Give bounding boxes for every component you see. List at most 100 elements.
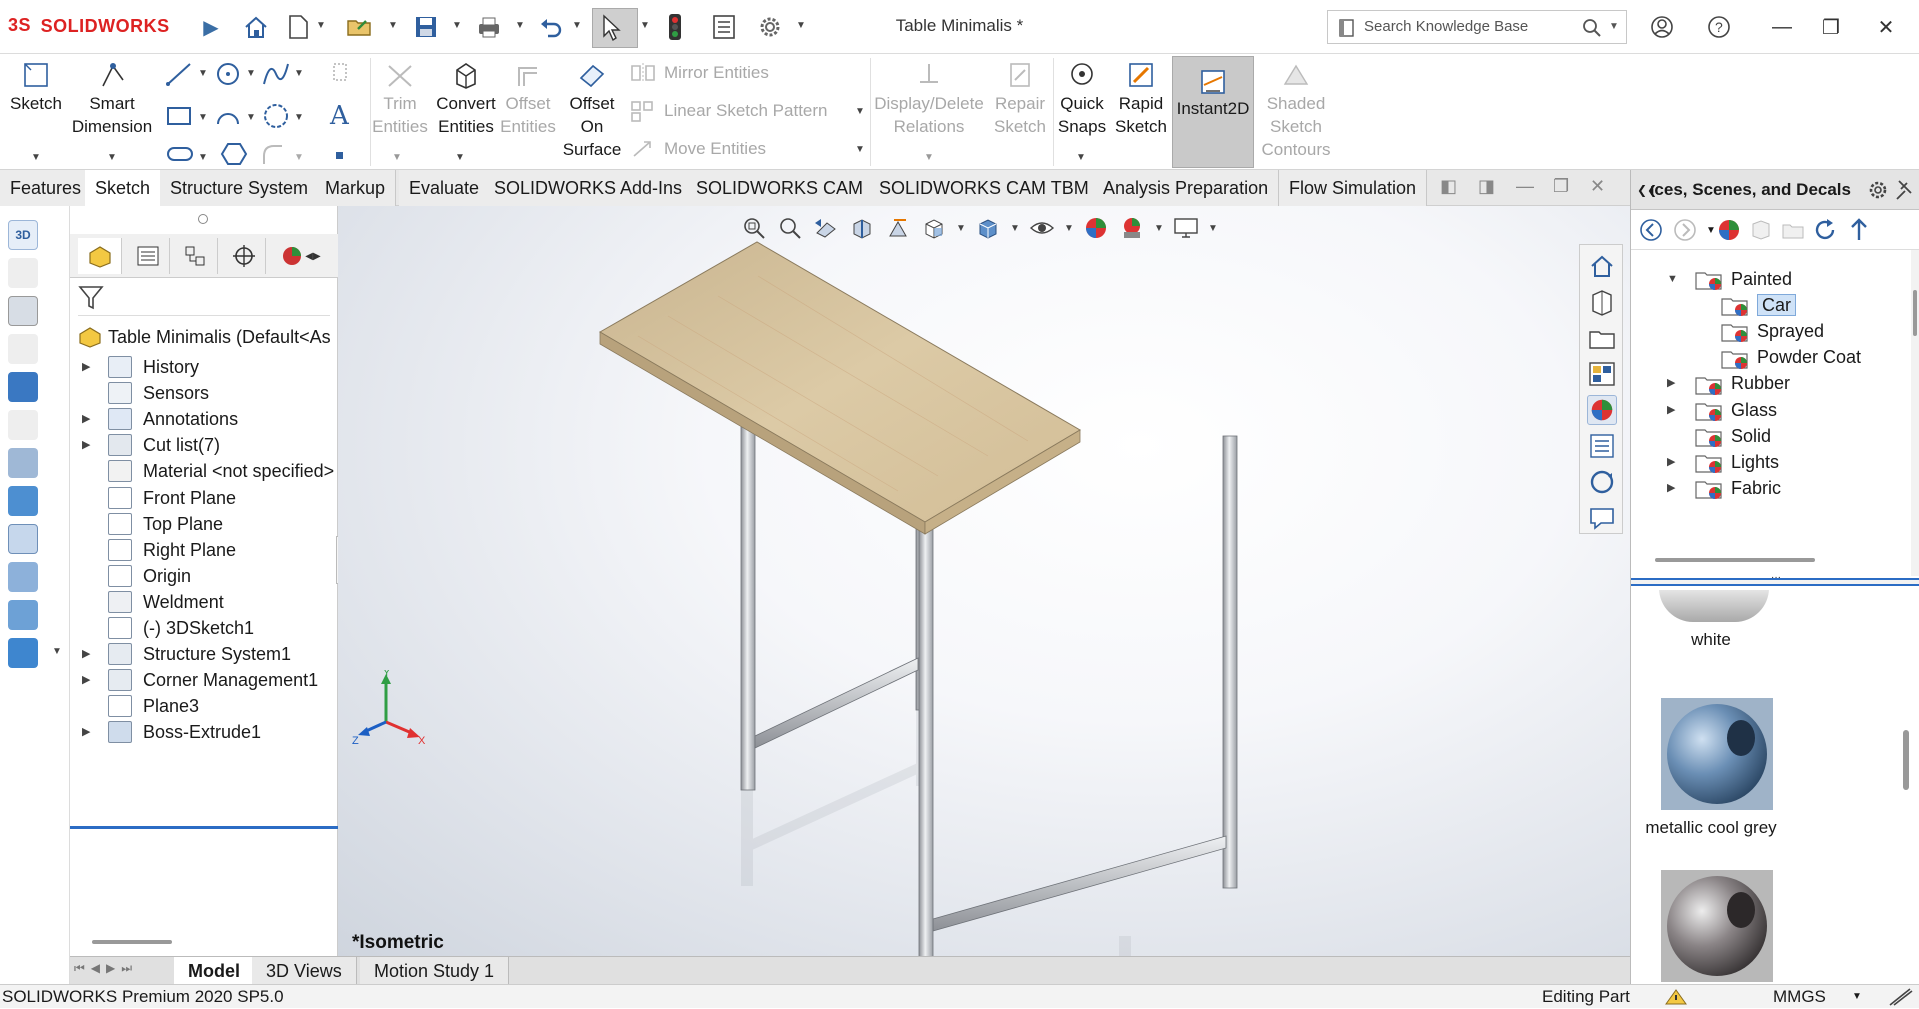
display-delete-relations-button[interactable]: Display/Delete Relations <box>872 60 986 138</box>
extruded-boss-icon[interactable] <box>8 296 38 326</box>
convert-caret-icon[interactable]: ▼ <box>455 152 465 163</box>
save-icon[interactable] <box>411 12 441 42</box>
tab-features[interactable]: Features <box>0 170 93 206</box>
sketch-tool-icon[interactable] <box>8 258 38 288</box>
undo-caret-icon[interactable]: ▼ <box>572 20 582 31</box>
tree-vertical-scrollbar[interactable] <box>1911 250 1919 576</box>
trim-entities-button[interactable]: Trim Entities <box>372 60 428 138</box>
tab-navigation-arrows-icon[interactable]: ⏮◀▶⏭ <box>74 961 138 976</box>
back-arrow-icon[interactable] <box>1637 216 1665 244</box>
tab-3d-views[interactable]: 3D Views <box>252 957 357 985</box>
swatch-label-white[interactable]: white <box>1631 630 1791 650</box>
tab-solidworks-add-ins[interactable]: SOLIDWORKS Add-Ins <box>484 170 694 206</box>
tab-feature-tree[interactable] <box>78 238 122 274</box>
more-tools-caret-icon[interactable]: ▼ <box>52 646 62 657</box>
weld-bead-icon[interactable] <box>8 524 38 554</box>
tab-display-manager[interactable]: ◀ ▶ <box>268 238 334 274</box>
new-caret-icon[interactable]: ▼ <box>316 20 326 31</box>
trim-extend-icon[interactable] <box>8 410 38 440</box>
construction-geometry-icon[interactable] <box>333 63 347 81</box>
file-properties-icon[interactable] <box>709 12 739 42</box>
3dexperience-chat-icon[interactable] <box>1587 503 1617 533</box>
up-level-icon[interactable] <box>1845 216 1873 244</box>
text-tool-icon[interactable]: A <box>329 101 350 131</box>
tab-structure-system[interactable]: Structure System <box>160 170 320 206</box>
rebuild-status-icon[interactable] <box>1662 986 1692 1008</box>
sketch-button[interactable]: Sketch <box>6 60 66 115</box>
panel-grip-icon[interactable] <box>198 214 208 224</box>
table-3d-model[interactable] <box>338 206 1630 956</box>
rebuild-traffic-light-icon[interactable] <box>660 12 690 42</box>
restore-window-icon[interactable]: ❐ <box>1811 10 1851 44</box>
tab-evaluate[interactable]: Evaluate <box>399 170 491 206</box>
spline-tool-icon[interactable] <box>263 63 289 85</box>
search-box[interactable]: ▼ <box>1327 10 1627 44</box>
expand-arrow-icon[interactable]: ▶ <box>82 717 90 747</box>
expand-menu-icon[interactable]: ▶ <box>196 12 226 42</box>
cut-list-icon[interactable] <box>8 562 38 592</box>
rollback-bar[interactable] <box>70 826 338 829</box>
tab-motion-study-1[interactable]: Motion Study 1 <box>360 957 510 985</box>
forward-arrow-icon[interactable] <box>1671 216 1699 244</box>
appearances-scenes-decals-icon[interactable] <box>1587 395 1617 425</box>
relations-caret-icon[interactable]: ▼ <box>924 152 934 163</box>
offset-entities-button[interactable]: Offset Entities <box>500 60 556 138</box>
tree-horizontal-scrollbar[interactable] <box>1655 558 1815 562</box>
viewport-minimize-icon[interactable]: — <box>1516 176 1534 197</box>
viewport-tile-left-icon[interactable]: ◧ <box>1440 176 1457 197</box>
add-library-icon[interactable] <box>1747 216 1775 244</box>
tab-sketch[interactable]: Sketch <box>85 170 162 206</box>
move-entities-button[interactable]: Move Entities <box>630 138 766 160</box>
home-icon[interactable] <box>241 12 271 42</box>
mirror-entities-button[interactable]: Mirror Entities <box>630 62 769 84</box>
linear-sketch-pattern-button[interactable]: Linear Sketch Pattern <box>630 100 827 122</box>
file-explorer-icon[interactable] <box>1587 323 1617 353</box>
3d-sketch-icon[interactable]: 3D <box>8 220 38 250</box>
tab-dimxpert-manager[interactable] <box>222 238 266 274</box>
expand-arrow-icon[interactable]: ▶ <box>1667 473 1675 503</box>
point-tool-icon[interactable] <box>336 152 343 159</box>
solidworks-resources-icon[interactable] <box>1587 251 1617 281</box>
print-icon[interactable] <box>474 12 504 42</box>
search-caret-icon[interactable]: ▼ <box>1609 21 1619 32</box>
instant2d-button[interactable]: Instant2D <box>1172 56 1254 168</box>
tab-flow-simulation[interactable]: Flow Simulation <box>1279 170 1428 206</box>
appearance-folder[interactable]: ▶ Fabric <box>1667 473 1781 503</box>
solidworks-forum-icon[interactable] <box>1587 467 1617 497</box>
end-cap-icon[interactable] <box>8 448 38 478</box>
select-tool-button[interactable] <box>592 8 638 48</box>
smart-dimension-button[interactable]: Smart Dimension <box>68 60 156 138</box>
expand-arrow-icon[interactable]: ▶ <box>1667 395 1675 425</box>
swatch-scrollbar[interactable] <box>1903 730 1909 790</box>
solidworks-logo[interactable]: 3S SOLIDWORKS <box>8 12 170 38</box>
help-icon[interactable]: ? <box>1699 10 1739 44</box>
rapid-sketch-button[interactable]: Rapid Sketch <box>1112 60 1170 138</box>
offset-on-surface-button[interactable]: Offset On Surface <box>558 60 626 161</box>
sketch-caret-icon[interactable]: ▼ <box>31 152 41 163</box>
trim-caret-icon[interactable]: ▼ <box>392 152 402 163</box>
polygon-tool-icon[interactable] <box>264 104 288 128</box>
options-gear-icon[interactable] <box>755 12 785 42</box>
pin-icon[interactable] <box>1895 179 1915 201</box>
quick-snaps-button[interactable]: Quick Snaps <box>1054 60 1110 138</box>
linear-pattern-caret-icon[interactable]: ▼ <box>855 106 865 117</box>
design-library-icon[interactable] <box>1587 287 1617 317</box>
undo-icon[interactable] <box>536 12 566 42</box>
smart-dimension-caret-icon[interactable]: ▼ <box>107 152 117 163</box>
collapse-arrow-icon[interactable]: ▼ <box>1667 264 1678 294</box>
close-window-icon[interactable]: ✕ <box>1866 10 1906 44</box>
extrude-cut-icon[interactable] <box>8 638 38 668</box>
sweep-icon[interactable] <box>8 600 38 630</box>
swatch-label-metallic-cool-grey[interactable]: metallic cool grey <box>1631 818 1791 838</box>
minimize-window-icon[interactable]: — <box>1762 10 1802 44</box>
move-caret-icon[interactable]: ▼ <box>855 144 865 155</box>
corner-rectangle-tool-icon[interactable] <box>167 107 191 125</box>
appearance-library-icon[interactable] <box>1715 216 1743 244</box>
structural-member-icon[interactable] <box>8 372 38 402</box>
refresh-icon[interactable] <box>1811 216 1839 244</box>
tree-root-part[interactable]: Table Minimalis (Default<As <box>70 322 338 352</box>
unit-system-text[interactable]: MMGS <box>1773 985 1826 1009</box>
tab-scroll-right-icon[interactable]: ▶ <box>313 251 321 262</box>
revolved-boss-icon[interactable] <box>8 334 38 364</box>
gusset-icon[interactable] <box>8 486 38 516</box>
